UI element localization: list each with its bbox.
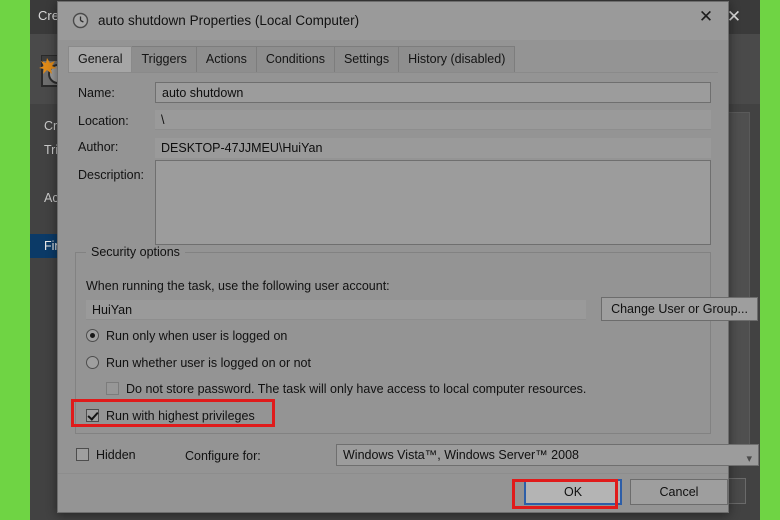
tab-conditions[interactable]: Conditions: [255, 46, 335, 72]
configure-for-value: Windows Vista™, Windows Server™ 2008: [343, 448, 579, 462]
tab-triggers[interactable]: Triggers: [131, 46, 197, 72]
security-options-legend: Security options: [86, 245, 185, 259]
tab-history[interactable]: History (disabled): [398, 46, 516, 72]
radio-indicator[interactable]: [86, 356, 99, 369]
checkbox-indicator[interactable]: [106, 382, 119, 395]
dialog-title: auto shutdown Properties (Local Computer…: [98, 13, 360, 28]
author-value: DESKTOP-47JJMEU\HuiYan: [155, 138, 711, 158]
checkbox-do-not-store-password-label: Do not store password. The task will onl…: [126, 382, 587, 396]
auto-shutdown-properties-dialog: auto shutdown Properties (Local Computer…: [57, 1, 759, 513]
description-label: Description:: [78, 168, 144, 182]
tab-underline: [68, 72, 718, 73]
radio-run-whether-logged-on[interactable]: Run whether user is logged on or not: [86, 356, 311, 370]
configure-for-dropdown[interactable]: Windows Vista™, Windows Server™ 2008 ▾: [336, 444, 759, 466]
dialog-titlebar: auto shutdown Properties (Local Computer…: [58, 2, 728, 40]
configure-for-label: Configure for:: [185, 449, 261, 463]
checkbox-run-with-highest-privileges[interactable]: Run with highest privileges: [86, 409, 255, 423]
name-input[interactable]: auto shutdown: [155, 82, 711, 103]
radio-run-only-logged-on[interactable]: Run only when user is logged on: [86, 329, 287, 343]
account-prompt-label: When running the task, use the following…: [86, 279, 390, 293]
author-label: Author:: [78, 140, 119, 154]
location-label: Location:: [78, 114, 129, 128]
location-value: \: [155, 110, 711, 130]
checkbox-run-with-highest-privileges-label: Run with highest privileges: [106, 409, 255, 423]
tab-actions[interactable]: Actions: [195, 46, 257, 72]
radio-run-whether-logged-on-label: Run whether user is logged on or not: [106, 356, 311, 370]
change-user-or-group-button[interactable]: Change User or Group...: [601, 297, 758, 321]
checkbox-do-not-store-password[interactable]: Do not store password. The task will onl…: [106, 382, 586, 396]
checkbox-hidden[interactable]: Hidden: [76, 448, 136, 462]
user-account-value: HuiYan: [86, 300, 586, 320]
radio-indicator[interactable]: [86, 329, 99, 342]
tab-strip: General Triggers Actions Conditions Sett…: [68, 46, 718, 72]
checkbox-indicator[interactable]: [86, 409, 99, 422]
tab-settings[interactable]: Settings: [333, 46, 400, 72]
clock-icon: [72, 12, 89, 29]
checkbox-indicator[interactable]: [76, 448, 89, 461]
footer-separator: [58, 473, 728, 474]
tab-general[interactable]: General: [68, 46, 133, 72]
checkbox-hidden-label: Hidden: [96, 448, 136, 462]
cancel-button[interactable]: Cancel: [630, 479, 728, 505]
description-textarea[interactable]: [155, 160, 711, 245]
ok-button[interactable]: OK: [524, 479, 622, 505]
close-icon[interactable]: ✕: [684, 2, 728, 32]
name-label: Name:: [78, 86, 115, 100]
radio-run-only-logged-on-label: Run only when user is logged on: [106, 329, 288, 343]
chevron-down-icon[interactable]: ▾: [746, 449, 752, 465]
